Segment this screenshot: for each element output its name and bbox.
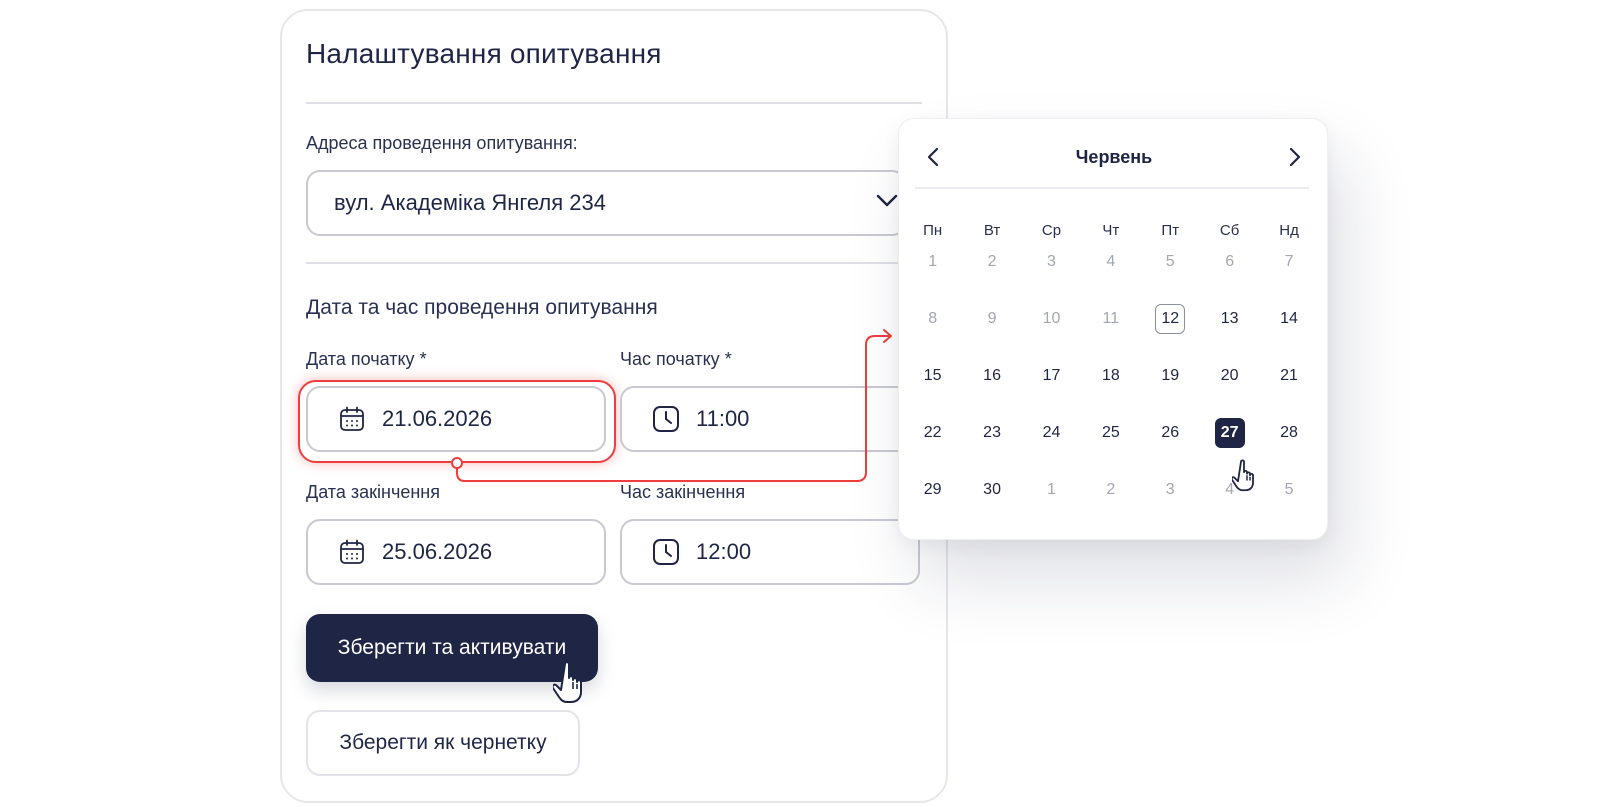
calendar-day[interactable]: 14 [1259,304,1318,361]
calendar-header: Червень [899,139,1329,175]
address-value: вул. Академіка Янгеля 234 [334,190,606,215]
weekday-label: Чт [1102,221,1120,239]
calendar-day[interactable]: 9 [962,304,1021,361]
calendar-day[interactable]: 18 [1081,361,1140,418]
end-time-field[interactable]: 12:00 [620,519,920,585]
hand-cursor-icon [1230,458,1262,499]
section-title: Дата та час проведення опитування [306,296,658,319]
calendar-day[interactable]: 10 [1022,304,1081,361]
address-label: Адреса проведення опитування: [306,133,578,153]
weekday-label: Нд [1279,221,1299,239]
end-time-value: 12:00 [696,539,752,564]
calendar-day-today[interactable]: 12 [1141,304,1200,361]
calendar-day[interactable]: 7 [1259,247,1318,304]
calendar-day[interactable]: 3 [1022,247,1081,304]
calendar-day[interactable]: 30 [962,475,1021,532]
weekday-label: Пн [923,221,943,239]
start-date-value: 21.06.2026 [382,406,493,431]
calendar-day[interactable]: 11 [1081,304,1140,361]
calendar-day[interactable]: 1 [1022,475,1081,532]
calendar-day[interactable]: 4 [1081,247,1140,304]
calendar-icon [338,405,366,433]
calendar-day[interactable]: 28 [1259,418,1318,475]
calendar-icon [338,538,366,566]
calendar-day[interactable]: 25 [1081,418,1140,475]
chevron-right-icon[interactable] [1283,145,1307,169]
weekday-label: Сб [1219,221,1240,239]
start-time-value: 11:00 [696,406,750,431]
calendar-day[interactable]: 20 [1200,361,1259,418]
weekday-label: Ср [1041,221,1062,239]
calendar-day[interactable]: 5 [1141,247,1200,304]
calendar-day[interactable]: 6 [1200,247,1259,304]
start-date-label: Дата початку * [306,349,427,369]
calendar-day[interactable]: 1 [903,247,962,304]
calendar-day[interactable]: 15 [903,361,962,418]
weekday-label: Вт [983,221,1001,239]
page-title: Налаштування опитування [306,38,662,69]
start-time-label: Час початку * [620,349,732,369]
calendar-day[interactable]: 2 [962,247,1021,304]
end-date-label: Дата закінчення [306,482,440,502]
clock-icon [652,538,680,566]
calendar-day[interactable]: 5 [1259,475,1318,532]
calendar-day[interactable]: 13 [1200,304,1259,361]
calendar-day[interactable]: 16 [962,361,1021,418]
required-mark: * [724,349,732,369]
calendar-month: Червень [1075,147,1153,167]
end-date-value: 25.06.2026 [382,539,493,564]
weekday-label: Пт [1161,221,1180,239]
calendar-day[interactable]: 21 [1259,361,1318,418]
calendar-day[interactable]: 26 [1141,418,1200,475]
calendar-day[interactable]: 3 [1141,475,1200,532]
calendar-day[interactable]: 19 [1141,361,1200,418]
clock-icon [652,405,680,433]
weekday-row: Пн Вт Ср Чт Пт Сб Нд [903,215,1319,245]
calendar-day[interactable]: 29 [903,475,962,532]
section-divider [306,262,922,264]
end-date-field[interactable]: 25.06.2026 [306,519,606,585]
save-draft-button[interactable]: Зберегти як чернетку [306,710,580,776]
calendar-day[interactable]: 17 [1022,361,1081,418]
calendar-week-row: 15 16 17 18 19 20 21 [903,361,1319,418]
address-select[interactable]: вул. Академіка Янгеля 234 [306,170,906,236]
calendar-week-row: 8 9 10 11 12 13 14 [903,304,1319,361]
calendar-week-row: 1234567 [903,247,1319,304]
calendar-divider [915,187,1309,189]
calendar-day[interactable]: 22 [903,418,962,475]
start-time-field[interactable]: 11:00 [620,386,920,452]
title-divider [306,102,922,104]
chevron-down-icon [876,194,898,213]
end-time-label: Час закінчення [620,482,746,502]
calendar-day[interactable]: 24 [1022,418,1081,475]
hand-cursor-icon [551,660,593,711]
date-picker-popover: Червень Пн Вт Ср Чт Пт Сб Нд 1 2 3 4 5 6 7 8 9 10 11 12 13 1… [898,118,1328,540]
calendar-day[interactable]: 8 [903,304,962,361]
calendar-day[interactable]: 23 [962,418,1021,475]
calendar-day[interactable]: 2 [1081,475,1140,532]
start-date-field[interactable]: 21.06.2026 [306,386,606,452]
required-mark: * [419,349,427,369]
